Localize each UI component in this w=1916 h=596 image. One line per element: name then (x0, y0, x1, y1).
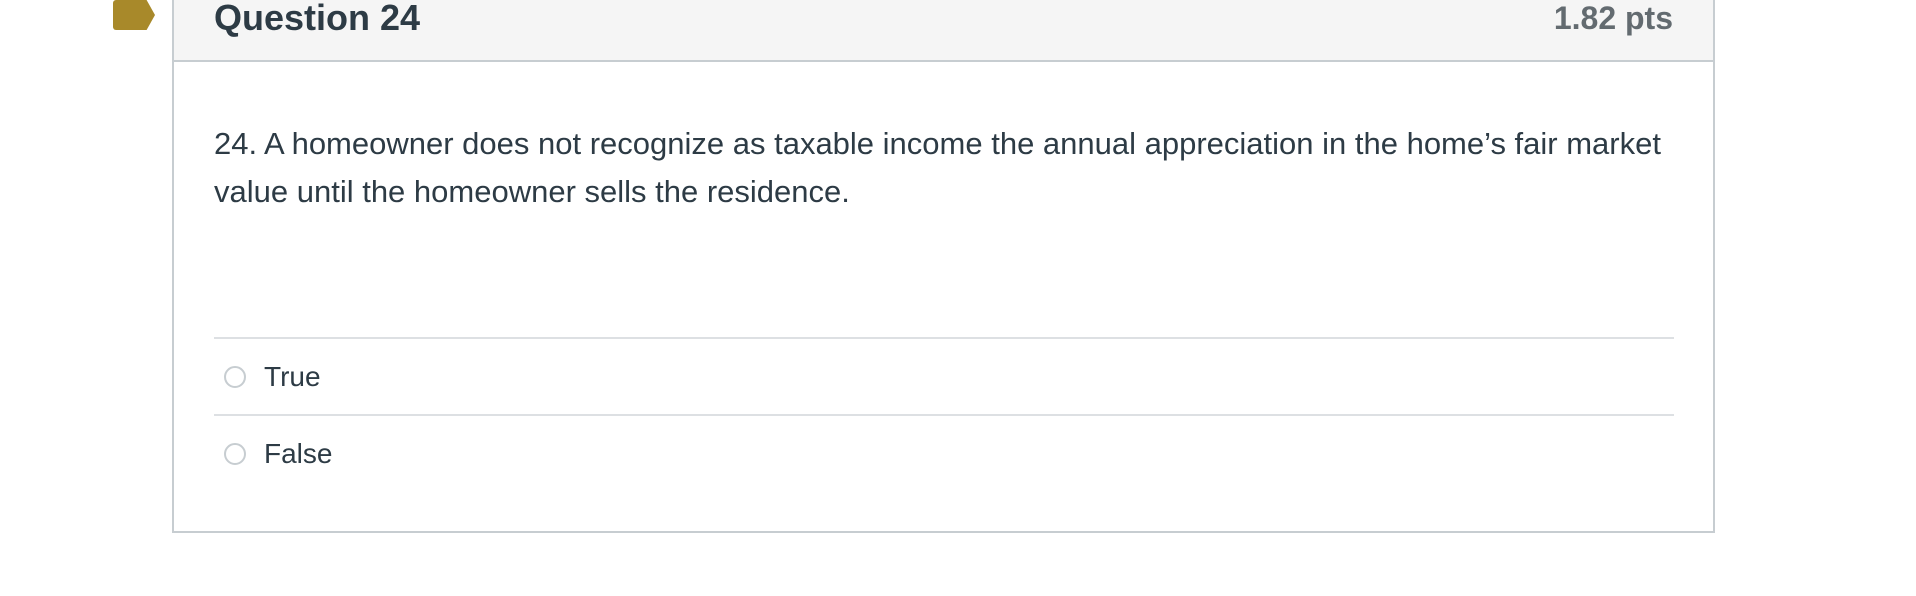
answer-option-false[interactable]: False (214, 414, 1674, 491)
question-text: 24. A homeowner does not recognize as ta… (214, 126, 1661, 209)
radio-button[interactable] (224, 442, 246, 465)
answer-label: False (264, 437, 333, 469)
question-title: Question 24 (214, 0, 421, 38)
answer-option-true[interactable]: True (214, 337, 1674, 414)
radio-button[interactable] (224, 365, 246, 388)
flag-question-icon[interactable] (113, 0, 155, 30)
question-header: Question 24 1.82 pts (174, 0, 1713, 62)
answer-list: True False (214, 337, 1674, 491)
quiz-page: Question 24 1.82 pts 24. A homeowner doe… (0, 0, 1916, 596)
question-points: 1.82 pts (1553, 0, 1673, 36)
question-card: Question 24 1.82 pts 24. A homeowner doe… (172, 0, 1715, 533)
answer-label: True (264, 360, 321, 392)
